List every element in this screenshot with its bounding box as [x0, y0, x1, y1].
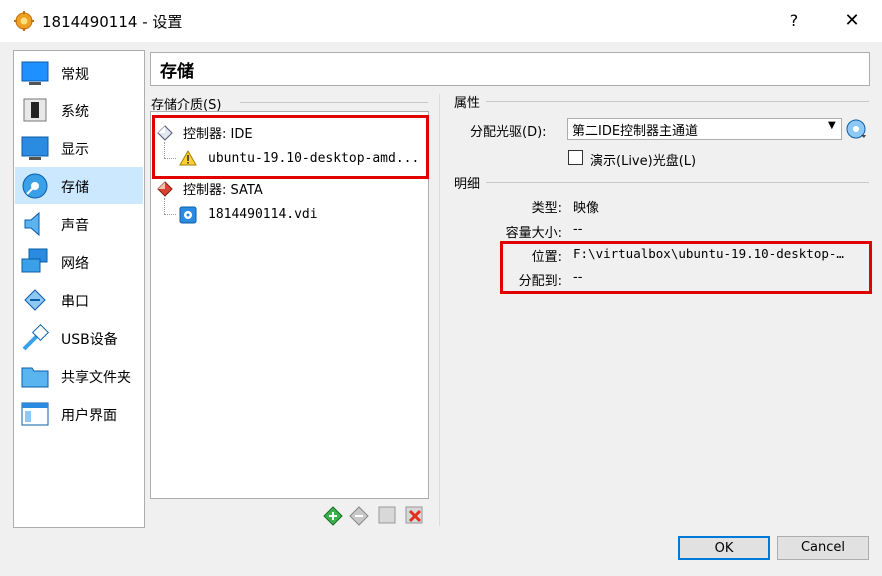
nav-label-general: 常规: [61, 67, 89, 83]
storage-disc-icon: [21, 172, 49, 200]
close-button[interactable]: ✕: [836, 6, 868, 36]
speaker-icon: [21, 210, 49, 238]
nav-item-network[interactable]: 网络: [15, 243, 143, 280]
nav-item-shared-folders[interactable]: 共享文件夹: [15, 357, 143, 394]
highlight-box-ide: [152, 115, 429, 179]
live-cd-label: 演示(Live)光盘(L): [590, 154, 697, 169]
window-layout-icon: [21, 400, 49, 428]
section-divider: [240, 102, 428, 103]
optical-drive-value: 第二IDE控制器主通道: [572, 124, 699, 139]
chevron-down-icon: ▼: [828, 120, 836, 131]
highlight-box-location: [500, 241, 872, 294]
serial-port-icon: [21, 286, 49, 314]
sata-controller-icon: [156, 179, 174, 197]
nav-label-display: 显示: [61, 142, 89, 158]
usb-icon: [21, 324, 49, 352]
tree-connector: [164, 214, 176, 216]
nav-item-serial[interactable]: 串口: [15, 281, 143, 318]
tree-item-sata-controller[interactable]: 控制器: SATA: [183, 179, 263, 198]
remove-controller-icon[interactable]: [348, 504, 370, 526]
nav-label-network: 网络: [61, 256, 89, 272]
cancel-button[interactable]: Cancel: [777, 536, 869, 560]
drive-label: 分配光驱(D):: [470, 125, 547, 140]
nav-item-storage[interactable]: 存储: [15, 167, 143, 204]
remove-attachment-icon[interactable]: [403, 504, 425, 526]
nav-label-shared-folders: 共享文件夹: [61, 370, 131, 386]
choose-disc-icon[interactable]: [845, 118, 867, 140]
settings-nav: 常规 系统 显示 存储 声音 网络 串口 USB设备 共享文件夹 用户界面: [13, 50, 145, 528]
window-title: 1814490114 - 设置: [42, 13, 183, 31]
section-divider: [486, 101, 869, 102]
page-title: 存储: [160, 62, 194, 82]
nav-item-user-interface[interactable]: 用户界面: [15, 395, 143, 432]
chip-icon: [21, 96, 49, 124]
nav-label-usb: USB设备: [61, 332, 118, 348]
add-controller-icon[interactable]: [322, 504, 344, 526]
nav-label-audio: 声音: [61, 218, 89, 234]
details-label: 明细: [454, 177, 481, 192]
nav-item-usb[interactable]: USB设备: [15, 319, 143, 356]
tree-connector: [164, 198, 166, 214]
hard-disk-icon: [179, 206, 197, 224]
attributes-label: 属性: [454, 96, 481, 111]
nav-label-serial: 串口: [61, 294, 89, 310]
network-icon: [21, 248, 49, 276]
nav-label-user-interface: 用户界面: [61, 408, 117, 424]
size-value: --: [573, 222, 583, 237]
section-divider: [486, 182, 869, 183]
folder-icon: [21, 362, 49, 390]
nav-item-display[interactable]: 显示: [15, 129, 143, 166]
monitor-icon: [21, 59, 49, 87]
help-button[interactable]: ?: [778, 6, 810, 36]
nav-item-audio[interactable]: 声音: [15, 205, 143, 242]
nav-label-storage: 存储: [61, 180, 89, 196]
type-value: 映像: [573, 201, 600, 216]
page-header: [150, 52, 870, 86]
type-key: 类型:: [531, 201, 562, 216]
ok-button[interactable]: OK: [678, 536, 770, 560]
display-icon: [21, 134, 49, 162]
tree-item-vdi[interactable]: 1814490114.vdi: [208, 207, 318, 222]
live-cd-checkbox[interactable]: [568, 150, 583, 165]
nav-label-system: 系统: [61, 104, 89, 120]
nav-item-system[interactable]: 系统: [15, 91, 143, 128]
nav-item-general[interactable]: 常规: [15, 54, 143, 91]
virtualbox-gear-icon: [14, 11, 34, 31]
add-attachment-icon[interactable]: [376, 504, 398, 526]
size-key: 容量大小:: [505, 226, 562, 241]
panel-divider: [439, 94, 440, 526]
